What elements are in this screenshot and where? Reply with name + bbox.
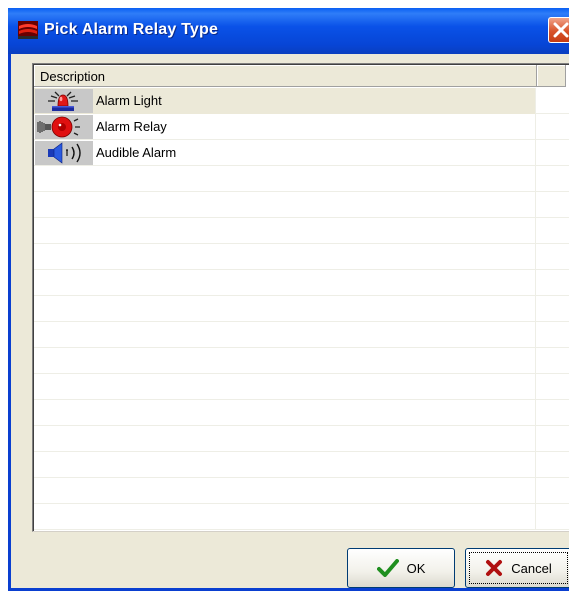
empty-table-row [34,400,569,426]
row-description-cell[interactable]: Alarm Relay [34,114,536,140]
empty-table-row [34,270,569,296]
cancel-button[interactable]: Cancel [465,548,569,588]
empty-row-cell [34,218,536,244]
empty-table-row [34,244,569,270]
audible-alarm-icon [35,141,93,165]
alarm-light-icon [35,89,93,113]
check-icon [376,559,399,577]
empty-row-cell [34,452,536,478]
empty-row-cell [34,244,536,270]
column-header-description[interactable]: Description [34,65,537,87]
empty-row-cell [34,426,536,452]
row-label: Audible Alarm [96,145,177,160]
empty-table-row [34,296,569,322]
table-row[interactable]: Audible Alarm [34,140,569,166]
close-button[interactable] [548,17,569,43]
empty-row-cell [34,400,536,426]
empty-table-row [34,452,569,478]
empty-row-cell [34,478,536,504]
empty-row-cell [34,192,536,218]
empty-table-row [34,166,569,192]
row-label: Alarm Relay [96,119,167,134]
empty-table-row [34,322,569,348]
column-header-extra[interactable] [537,65,566,87]
ok-button[interactable]: OK [347,548,455,588]
empty-table-row [34,348,569,374]
empty-table-row [34,374,569,400]
app-icon [18,21,38,39]
relay-type-grid[interactable]: Description Alarm Light Alarm Relay Audi… [32,63,569,532]
empty-row-cell [34,504,536,530]
row-label: Alarm Light [96,93,162,108]
row-description-cell[interactable]: Audible Alarm [34,140,536,166]
empty-table-row [34,504,569,530]
table-row[interactable]: Alarm Relay [34,114,569,140]
close-icon [553,22,569,38]
empty-table-row [34,478,569,504]
cancel-x-icon [486,560,503,576]
empty-table-row [34,192,569,218]
empty-row-cell [34,270,536,296]
empty-row-cell [34,348,536,374]
empty-table-row [34,218,569,244]
grid-header: Description [34,65,569,87]
table-row[interactable]: Alarm Light [34,88,569,114]
empty-table-row [34,426,569,452]
empty-row-cell [34,166,536,192]
empty-row-cell [34,374,536,400]
ok-button-label: OK [406,560,426,576]
alarm-relay-icon [35,115,93,139]
grid-rows: Alarm Light Alarm Relay Audible Alarm [34,88,569,531]
dialog-window: Pick Alarm Relay Type Description Alarm … [8,8,569,591]
empty-row-cell [34,322,536,348]
empty-row-cell [34,296,536,322]
window-title: Pick Alarm Relay Type [44,21,219,38]
title-bar[interactable]: Pick Alarm Relay Type [8,8,569,54]
row-description-cell[interactable]: Alarm Light [34,88,536,114]
cancel-button-label: Cancel [511,560,552,576]
